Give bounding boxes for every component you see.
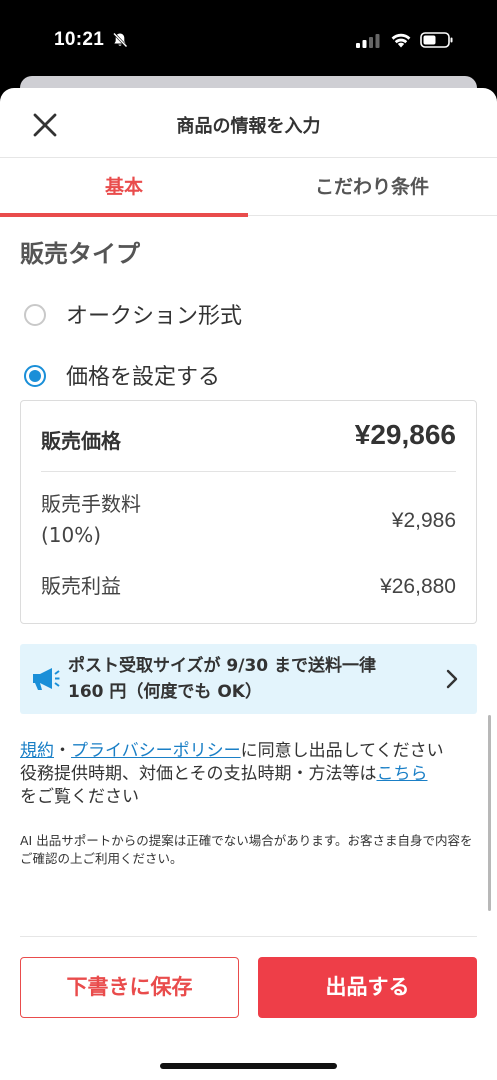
- scrollbar[interactable]: [488, 715, 491, 911]
- fee-label: 販売手数料 (10%): [41, 489, 141, 551]
- fee-label-line2: (10%): [41, 523, 102, 547]
- here-link[interactable]: こちら: [377, 764, 428, 784]
- radio-label-auction: オークション形式: [66, 304, 243, 329]
- service-terms-text: 役務提供時期、対価とその支払時期・方法等は: [20, 764, 377, 784]
- chevron-right-icon: [446, 669, 458, 689]
- shipping-promo-banner[interactable]: ポスト受取サイズが 9/30 まで送料一律 160 円（何度でも OK）: [20, 644, 477, 714]
- radio-option-auction[interactable]: オークション形式: [22, 298, 282, 329]
- sale-price-value[interactable]: ¥29,866: [355, 419, 456, 451]
- battery-icon: [420, 32, 453, 48]
- radio-button-auction[interactable]: [24, 304, 46, 326]
- sale-price-label: 販売価格: [41, 429, 121, 453]
- radio-button-fixed-price[interactable]: [24, 365, 46, 387]
- radio-label-fixed-price: 価格を設定する: [66, 365, 221, 390]
- tab-preferences[interactable]: こだわり条件: [248, 159, 496, 216]
- radio-option-fixed-price[interactable]: 価格を設定する: [22, 359, 252, 390]
- footer-divider: [20, 936, 477, 937]
- list-item-button[interactable]: 出品する: [258, 957, 477, 1018]
- sale-type-title: 販売タイプ: [20, 240, 140, 268]
- signal-icon: [356, 34, 380, 48]
- wifi-icon: [391, 33, 411, 48]
- tab-basic[interactable]: 基本: [0, 159, 248, 217]
- megaphone-icon: [33, 668, 60, 690]
- tab-bar: 基本 こだわり条件: [0, 159, 497, 217]
- banner-line1: ポスト受取サイズが 9/30 まで送料一律: [68, 656, 377, 676]
- sheet-header: 商品の情報を入力: [0, 88, 497, 158]
- listing-sheet: 商品の情報を入力 基本 こだわり条件 販売タイプ オークション形式 価格を設定す…: [0, 88, 497, 1080]
- save-draft-button[interactable]: 下書きに保存: [20, 957, 239, 1018]
- agree-text: に同意し出品してください: [240, 741, 444, 761]
- home-indicator: [160, 1063, 337, 1069]
- privacy-policy-link[interactable]: プライバシーポリシー: [71, 741, 241, 761]
- divider: [41, 471, 456, 472]
- terms-text: 規約・プライバシーポリシーに同意し出品してください 役務提供時期、対価とその支払…: [20, 740, 475, 809]
- ai-support-note: AI 出品サポートからの提案は正確でない場合があります。お客さま自身で内容をご確…: [20, 833, 473, 866]
- fee-value: ¥2,986: [391, 509, 456, 532]
- bell-slash-icon: [113, 32, 128, 48]
- terms-link[interactable]: 規約: [20, 741, 54, 761]
- profit-label: 販売利益: [41, 574, 121, 598]
- status-time: 10:21: [54, 29, 105, 50]
- profit-value: ¥26,880: [380, 575, 456, 598]
- see-text: をご覧ください: [20, 787, 139, 807]
- price-summary: 販売価格 ¥29,866 販売手数料 (10%) ¥2,986 販売利益 ¥26…: [20, 400, 477, 624]
- status-bar: 10:21: [0, 0, 497, 80]
- fee-label-line1: 販売手数料: [41, 492, 141, 516]
- terms-separator: ・: [54, 741, 71, 761]
- banner-line2: 160 円（何度でも OK）: [68, 682, 262, 702]
- page-title: 商品の情報を入力: [176, 116, 321, 137]
- banner-text: ポスト受取サイズが 9/30 まで送料一律 160 円（何度でも OK）: [68, 653, 428, 705]
